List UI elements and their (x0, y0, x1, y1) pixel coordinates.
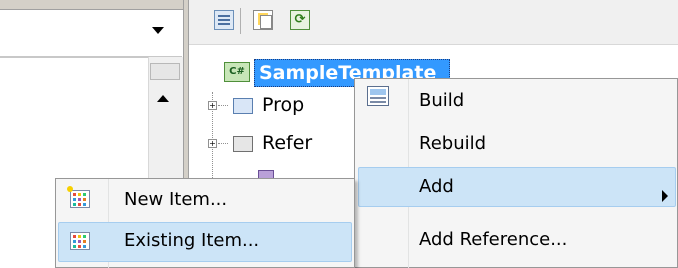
expand-icon[interactable]: + (208, 101, 217, 110)
submenu-arrow-icon (662, 190, 668, 202)
menu-item-build-label: Build (419, 90, 465, 111)
properties-folder-icon (233, 98, 253, 114)
left-list-divider (0, 57, 148, 58)
references-folder-icon (233, 136, 253, 152)
menu-item-build[interactable] (355, 82, 677, 120)
scrollbar-thumb[interactable] (150, 63, 180, 80)
submenu-item-existing-item-label: Existing Item... (124, 230, 260, 251)
menu-item-add-reference-label: Add Reference... (419, 229, 568, 250)
left-pane-header (0, 0, 187, 10)
scroll-up-arrow-icon[interactable] (157, 95, 169, 102)
tree-item-references[interactable]: Refer (262, 132, 312, 154)
menu-item-rebuild[interactable] (355, 125, 677, 163)
tree-item-properties[interactable]: Prop (262, 94, 304, 116)
tree-connector (218, 143, 228, 144)
refresh-icon[interactable]: ⟳ (290, 10, 310, 30)
properties-icon[interactable] (214, 10, 234, 30)
build-icon (367, 86, 389, 106)
menu-item-add-label: Add (419, 176, 454, 197)
expand-icon[interactable]: + (208, 139, 217, 148)
menu-item-add[interactable] (358, 167, 676, 207)
toolbar-separator (240, 8, 241, 34)
tree-connector (218, 105, 228, 106)
submenu-item-new-item-label: New Item... (124, 189, 228, 210)
menu-item-rebuild-label: Rebuild (419, 133, 487, 154)
new-item-icon (67, 186, 90, 208)
chevron-down-icon[interactable] (152, 27, 164, 34)
csharp-project-icon: C# (224, 62, 250, 82)
show-all-files-icon[interactable] (253, 10, 273, 30)
existing-item-icon (70, 232, 90, 250)
